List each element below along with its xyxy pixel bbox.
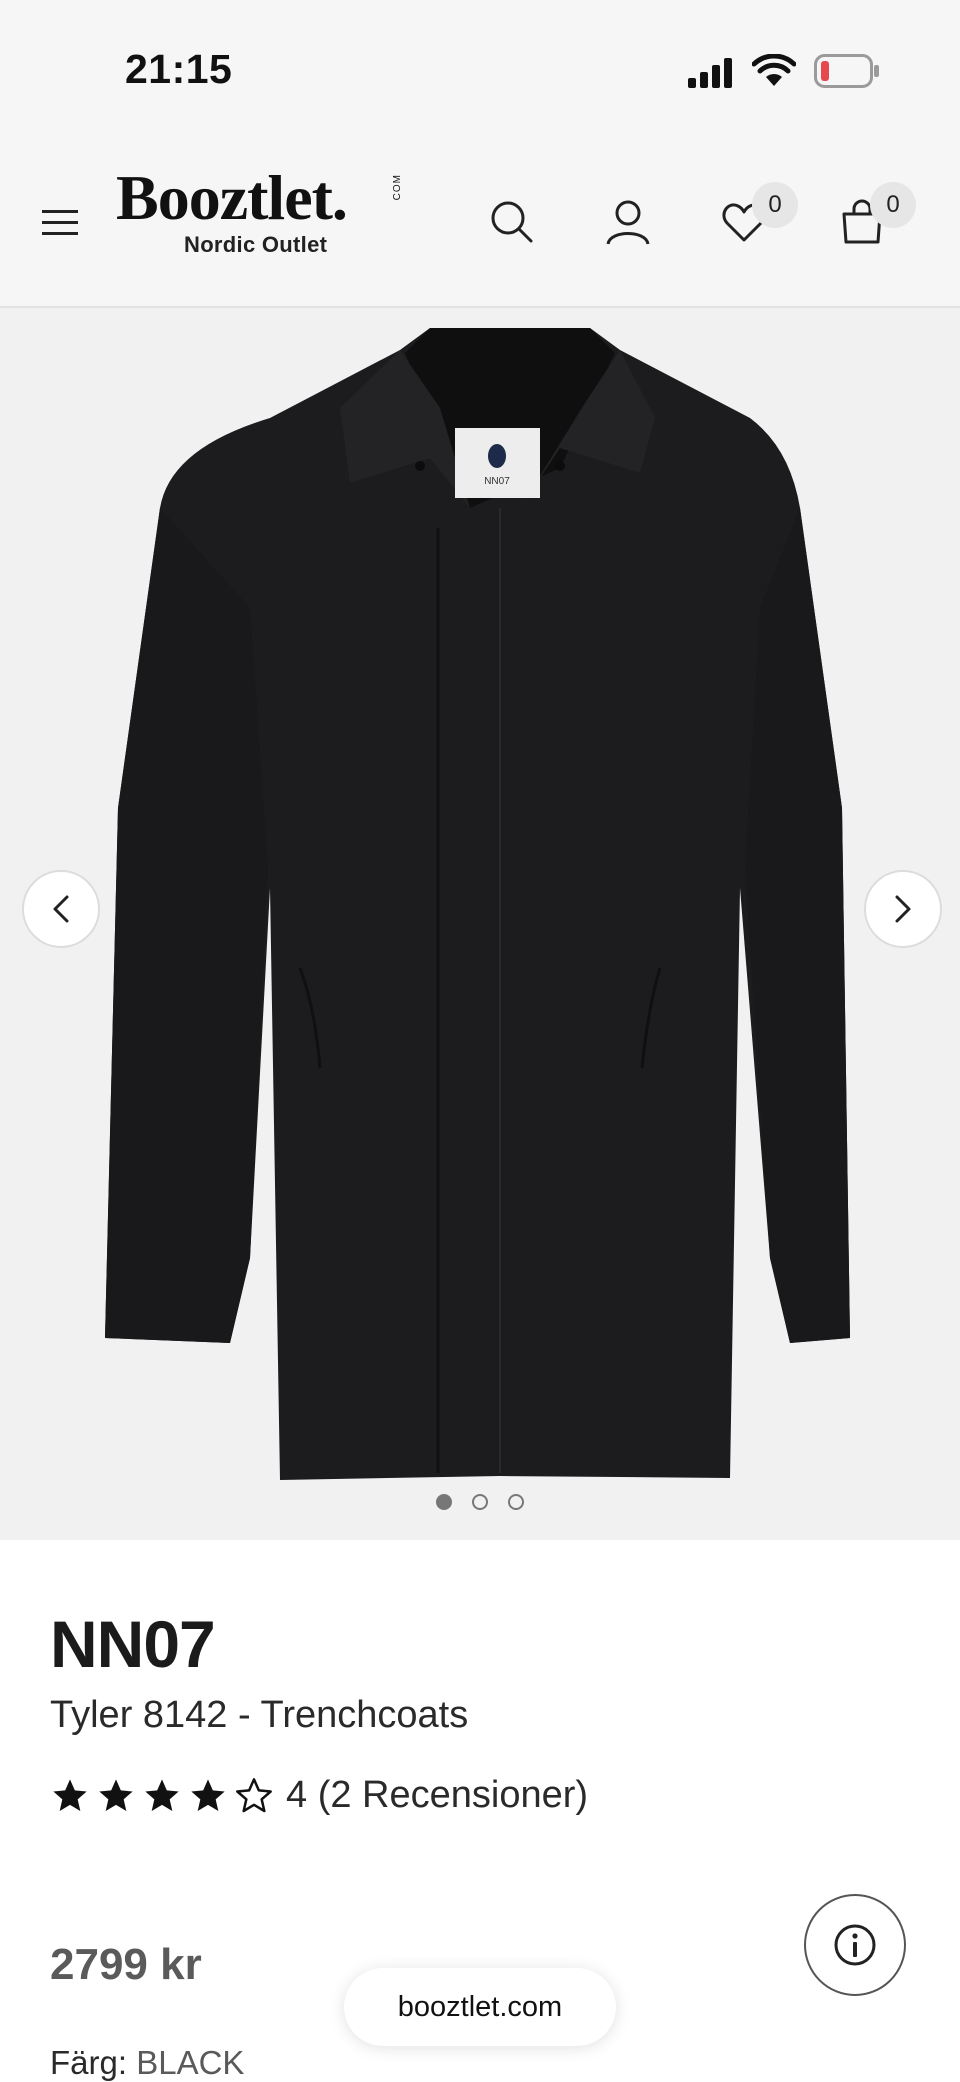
site-header: Booztlet. COM Nordic Outlet 0 0 <box>0 120 960 308</box>
info-button[interactable] <box>804 1894 906 1996</box>
info-icon <box>834 1924 876 1966</box>
search-icon[interactable] <box>488 198 536 246</box>
gallery-dot-2[interactable] <box>472 1494 488 1510</box>
wishlist-count-badge: 0 <box>752 182 798 228</box>
product-name: Tyler 8142 - Trenchcoats <box>50 1694 469 1736</box>
product-brand[interactable]: NN07 <box>50 1606 216 1682</box>
gallery-dot-3[interactable] <box>508 1494 524 1510</box>
chevron-left-icon <box>53 895 69 923</box>
rating-text[interactable]: 4 (2 Recensioner) <box>286 1774 588 1817</box>
star-filled-icon <box>53 1778 87 1811</box>
product-image-trenchcoat: NN07 <box>105 328 850 1480</box>
gallery-pagination <box>0 1494 960 1515</box>
hamburger-menu-icon[interactable] <box>38 198 86 246</box>
gallery-next-button[interactable] <box>864 870 942 948</box>
garment-label-text: NN07 <box>484 476 510 487</box>
color-label: Färg: <box>50 2044 128 2081</box>
account-icon[interactable] <box>604 198 652 246</box>
color-row: Färg: BLACK <box>50 2044 244 2082</box>
browser-url-bar[interactable]: booztlet.com <box>344 1968 616 2046</box>
star-filled-icon <box>99 1778 133 1811</box>
status-bar: 21:15 <box>0 0 960 120</box>
status-time: 21:15 <box>125 46 233 92</box>
gallery-prev-button[interactable] <box>22 870 100 948</box>
color-value: BLACK <box>136 2044 245 2081</box>
logo-subtitle: Nordic Outlet <box>184 232 328 257</box>
cellular-signal-icon <box>688 58 732 88</box>
chevron-right-icon <box>895 895 911 923</box>
cart-count-badge: 0 <box>870 182 916 228</box>
logo-com: COM <box>392 174 403 201</box>
product-price: 2799 kr <box>50 1940 202 1989</box>
logo-wordmark: Booztlet. <box>116 162 348 233</box>
product-rating[interactable]: 4 (2 Recensioner) <box>50 1774 588 1817</box>
booztlet-logo[interactable]: Booztlet. COM Nordic Outlet <box>116 166 416 266</box>
star-empty-icon <box>236 1777 272 1812</box>
product-image-gallery[interactable]: NN07 <box>0 308 960 1540</box>
battery-icon <box>814 54 879 88</box>
star-filled-icon <box>191 1778 225 1811</box>
gallery-dot-1[interactable] <box>436 1494 452 1510</box>
star-filled-icon <box>145 1778 179 1811</box>
wifi-icon <box>752 54 796 86</box>
